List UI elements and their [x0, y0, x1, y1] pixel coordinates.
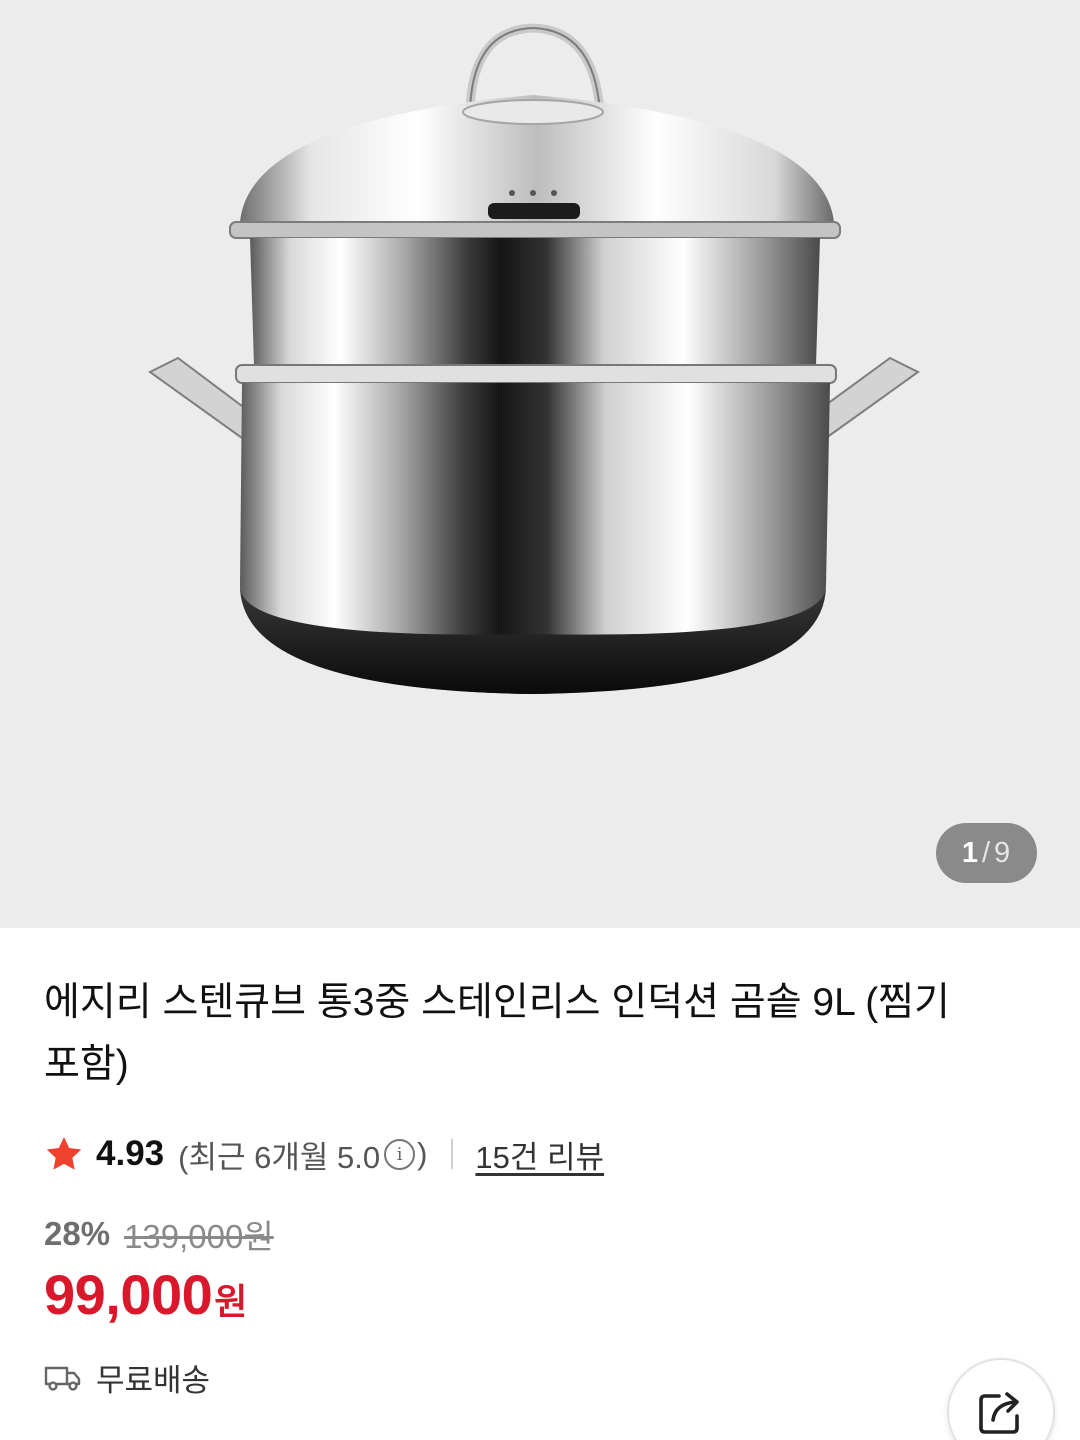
- product-image-gallery[interactable]: 1 / 9: [0, 0, 1080, 928]
- shipping-label: 무료배송: [96, 1363, 211, 1398]
- image-counter-separator: /: [981, 836, 992, 869]
- discount-row: 28% 139,000원: [44, 1210, 274, 1258]
- sale-price-row: 99,000 원: [44, 1262, 247, 1327]
- share-button[interactable]: [947, 1358, 1055, 1440]
- info-icon[interactable]: i: [384, 1138, 416, 1170]
- image-counter-total: 9: [994, 836, 1012, 869]
- product-detail-page: 1 / 9 에지리 스텐큐브 통3중 스테인리스 인덕션 곰솥 9L (찜기 포…: [0, 0, 1080, 1440]
- rating-score: 4.93: [96, 1134, 165, 1173]
- product-image: [148, 23, 920, 694]
- star-icon: [46, 1137, 82, 1170]
- recent-rating-label: (최근 6개월 5.0: [178, 1139, 381, 1175]
- recent-rating-close: ): [417, 1136, 428, 1171]
- sale-price: 99,000: [44, 1263, 213, 1326]
- image-counter: 1 / 9: [936, 823, 1037, 883]
- rating-row: 4.93 (최근 6개월 5.0 i ) 15건 리뷰: [44, 1128, 604, 1180]
- rating-divider: [451, 1139, 454, 1169]
- currency-label: 원: [214, 1281, 248, 1322]
- discount-rate: 28%: [44, 1215, 111, 1252]
- shipping-row: 무료배송: [44, 1355, 210, 1400]
- recent-rating: (최근 6개월 5.0 i ): [178, 1132, 427, 1177]
- original-price: 139,000원: [124, 1218, 274, 1255]
- product-title: 에지리 스텐큐브 통3중 스테인리스 인덕션 곰솥 9L (찜기 포함): [44, 981, 950, 1086]
- reviews-link[interactable]: 15건 리뷰: [475, 1132, 604, 1177]
- truck-icon: [44, 1366, 81, 1391]
- share-icon: [979, 1392, 1019, 1434]
- image-counter-current: 1: [961, 836, 979, 869]
